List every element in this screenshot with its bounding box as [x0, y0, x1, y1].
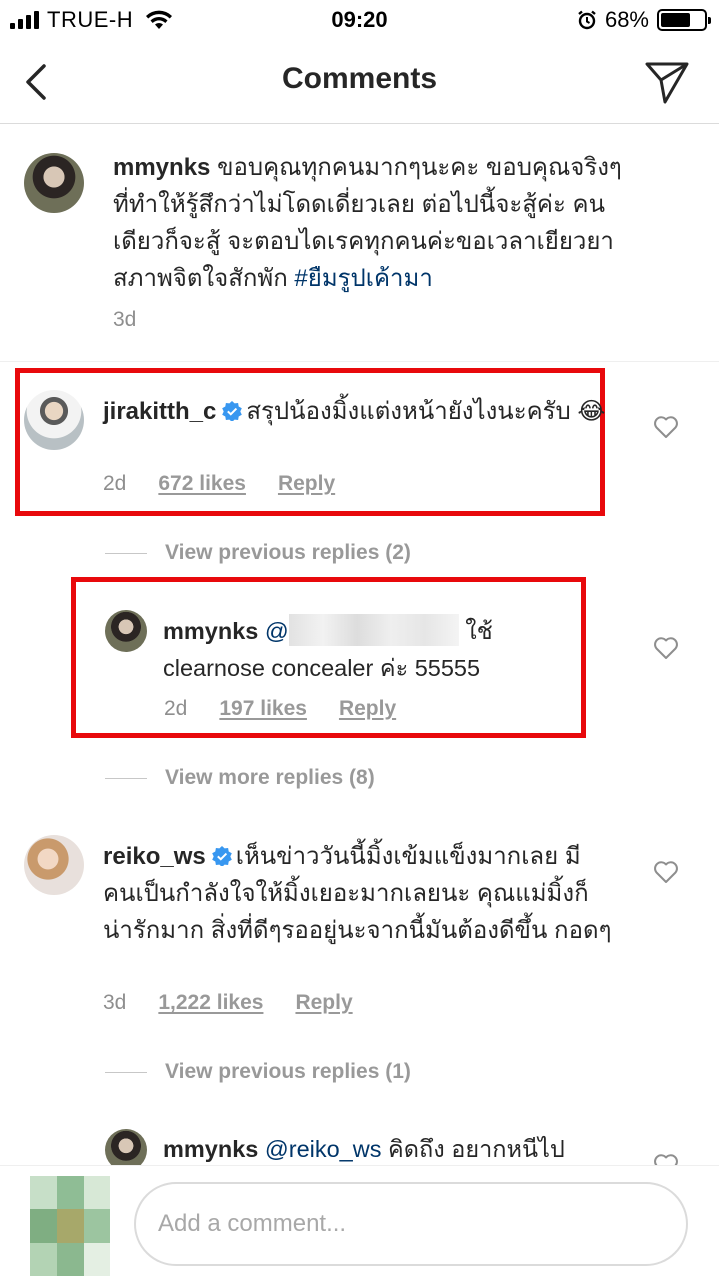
reply-button[interactable]: Reply	[339, 697, 396, 721]
user-avatar	[30, 1176, 110, 1276]
verified-badge-icon	[222, 401, 243, 421]
comment-username[interactable]: mmynks	[113, 154, 210, 181]
comment-body: reiko_ws เห็นข่าววันนี้มิ้งเข้มแข็งมากเลย…	[103, 838, 613, 949]
heart-icon[interactable]	[653, 415, 679, 439]
avatar[interactable]	[24, 835, 84, 895]
reply-button[interactable]: Reply	[278, 472, 335, 496]
heart-icon[interactable]	[653, 1153, 679, 1165]
reply-username[interactable]: mmynks	[163, 618, 258, 644]
view-previous-replies[interactable]: View previous replies (2)	[105, 541, 411, 565]
reply-text: คิดถึง อยากหนีไป	[388, 1136, 565, 1162]
comment-body: jirakitth_c สรุปน้องมิ้งแต่งหน้ายังไงนะคร…	[103, 393, 608, 430]
reply-body: mmynks @ ใช้ clearnose concealer ค่ะ 555…	[163, 613, 563, 687]
status-bar: TRUE-H 09:20 68%	[0, 0, 719, 40]
comment-hashtag[interactable]: #ยืมรูปเค้ามา	[294, 265, 432, 292]
comments-list[interactable]: mmynks ขอบคุณทุกคนมากๆนะคะ ขอบคุณจริงๆที…	[0, 125, 719, 1165]
comment-composer	[0, 1165, 719, 1280]
reply-line	[105, 552, 147, 554]
nav-bar: Comments	[0, 40, 719, 124]
comment-meta: 2d 672 likes Reply	[103, 472, 335, 496]
avatar[interactable]	[105, 610, 147, 652]
likes-link[interactable]: 672 likes	[158, 472, 246, 496]
comment-username[interactable]: jirakitth_c	[103, 398, 216, 425]
reply-username[interactable]: mmynks	[163, 1136, 258, 1162]
reply-line	[105, 777, 147, 779]
reply-line	[105, 1071, 147, 1073]
comment-username[interactable]: reiko_ws	[103, 843, 206, 870]
view-more-replies[interactable]: View more replies (8)	[105, 766, 375, 790]
verified-badge-icon	[211, 846, 232, 866]
alarm-icon	[578, 10, 596, 30]
heart-icon[interactable]	[653, 636, 679, 660]
view-replies-label[interactable]: View previous replies (2)	[165, 541, 411, 565]
reply-mention[interactable]: @	[265, 618, 289, 644]
caption-comment: mmynks ขอบคุณทุกคนมากๆนะคะ ขอบคุณจริงๆที…	[113, 149, 623, 297]
view-previous-replies[interactable]: View previous replies (1)	[105, 1060, 411, 1084]
status-right: 68%	[577, 7, 711, 33]
reply-button[interactable]: Reply	[295, 991, 352, 1015]
avatar[interactable]	[24, 390, 84, 450]
comment-time: 3d	[113, 308, 137, 331]
reply-body: mmynks @reiko_ws คิดถึง อยากหนีไป	[163, 1131, 623, 1165]
divider	[0, 361, 719, 362]
battery-percent: 68%	[604, 7, 649, 32]
page-title: Comments	[281, 62, 438, 95]
likes-link[interactable]: 197 likes	[219, 697, 307, 721]
comment-meta: 3d 1,222 likes Reply	[103, 991, 353, 1015]
direct-send-icon[interactable]	[643, 58, 691, 106]
reply-mention[interactable]: @reiko_ws	[265, 1136, 382, 1162]
battery-icon	[657, 9, 711, 31]
heart-icon[interactable]	[653, 860, 679, 884]
reply-meta: 2d 197 likes Reply	[164, 697, 396, 721]
comment-input[interactable]	[134, 1182, 688, 1266]
battery-fill	[661, 13, 690, 27]
avatar[interactable]	[24, 153, 84, 213]
comment-time: 3d	[103, 991, 127, 1014]
comment-text: สรุปน้องมิ้งแต่งหน้ายังไงนะครับ 😂	[246, 398, 606, 425]
reply-time: 2d	[164, 697, 188, 720]
blurred-username	[288, 614, 459, 646]
comment-time: 2d	[103, 472, 127, 495]
comment-meta: 3d	[113, 308, 136, 332]
view-replies-label[interactable]: View more replies (8)	[165, 766, 375, 790]
avatar[interactable]	[105, 1129, 147, 1165]
likes-link[interactable]: 1,222 likes	[158, 991, 263, 1015]
view-replies-label[interactable]: View previous replies (1)	[165, 1060, 411, 1084]
